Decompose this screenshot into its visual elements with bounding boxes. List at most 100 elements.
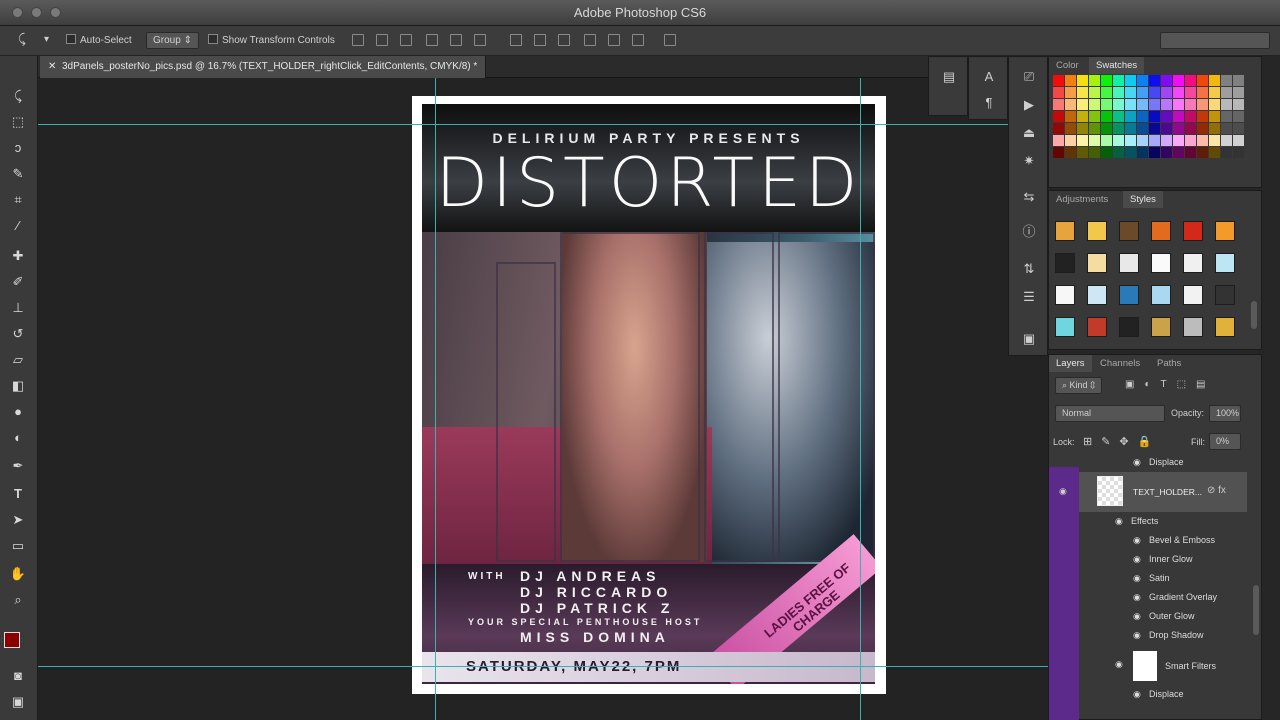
- auto-align-button[interactable]: [664, 34, 676, 46]
- foreground-color-swatch[interactable]: [4, 632, 20, 648]
- color-swatch[interactable]: [1221, 111, 1232, 122]
- style-preset[interactable]: [1215, 285, 1235, 305]
- color-swatch[interactable]: [1077, 147, 1088, 158]
- color-swatch[interactable]: [1233, 87, 1244, 98]
- color-swatch[interactable]: [1125, 147, 1136, 158]
- color-swatch[interactable]: [1101, 123, 1112, 134]
- color-swatch[interactable]: [1089, 135, 1100, 146]
- color-swatch[interactable]: [1233, 123, 1244, 134]
- color-swatch[interactable]: [1137, 147, 1148, 158]
- color-swatch[interactable]: [1125, 99, 1136, 110]
- align-bottom-button[interactable]: [400, 34, 412, 46]
- healing-brush-tool-icon[interactable]: ✚: [7, 246, 29, 266]
- lasso-tool-icon[interactable]: ↄ: [7, 138, 29, 158]
- color-swatch[interactable]: [1077, 75, 1088, 86]
- color-swatch[interactable]: [1197, 147, 1208, 158]
- color-swatch[interactable]: [1197, 99, 1208, 110]
- guide-vertical-right[interactable]: [860, 78, 861, 720]
- color-swatch[interactable]: [1101, 87, 1112, 98]
- color-swatch[interactable]: [1137, 123, 1148, 134]
- visibility-eye-icon[interactable]: ◉: [1133, 573, 1141, 584]
- smart-filters-row[interactable]: ◉ Smart Filters: [1049, 647, 1263, 685]
- color-swatch[interactable]: [1089, 123, 1100, 134]
- color-swatch[interactable]: [1149, 111, 1160, 122]
- close-document-icon[interactable]: ✕: [48, 61, 56, 72]
- color-swatch[interactable]: [1209, 123, 1220, 134]
- tab-layers[interactable]: Layers: [1049, 355, 1092, 372]
- color-swatch[interactable]: [1137, 75, 1148, 86]
- align-vcenter-button[interactable]: [376, 34, 388, 46]
- opacity-input[interactable]: 100%: [1209, 405, 1241, 422]
- dodge-tool-icon[interactable]: ◐: [7, 428, 29, 448]
- align-right-button[interactable]: [474, 34, 486, 46]
- style-preset[interactable]: [1087, 285, 1107, 305]
- visibility-eye-icon[interactable]: ◉: [1115, 516, 1123, 527]
- guide-horizontal-top[interactable]: [38, 124, 1048, 125]
- poster-document[interactable]: DELIRIUM PARTY PRESENTS DISTORTED WITH D…: [412, 96, 886, 694]
- color-swatch[interactable]: [1209, 111, 1220, 122]
- color-swatch[interactable]: [1149, 99, 1160, 110]
- style-preset[interactable]: [1119, 285, 1139, 305]
- visibility-eye-icon[interactable]: ◉: [1133, 689, 1141, 700]
- color-swatch[interactable]: [1233, 111, 1244, 122]
- color-swatch[interactable]: [1077, 111, 1088, 122]
- visibility-eye-icon[interactable]: ◉: [1115, 659, 1123, 670]
- tab-styles[interactable]: Styles: [1123, 191, 1163, 208]
- effect-row[interactable]: ◉ Satin: [1049, 569, 1263, 588]
- style-preset[interactable]: [1183, 253, 1203, 273]
- color-swatch[interactable]: [1161, 147, 1172, 158]
- color-swatch[interactable]: [1185, 147, 1196, 158]
- style-preset[interactable]: [1055, 253, 1075, 273]
- color-swatch[interactable]: [1065, 111, 1076, 122]
- transform-controls-checkbox[interactable]: Show Transform Controls: [208, 34, 335, 46]
- color-swatch[interactable]: [1113, 123, 1124, 134]
- info-panel-icon[interactable]: ⓘ: [1019, 221, 1039, 239]
- color-swatch[interactable]: [1125, 135, 1136, 146]
- quick-mask-icon[interactable]: ◙: [7, 666, 29, 686]
- style-preset[interactable]: [1087, 317, 1107, 337]
- color-swatch[interactable]: [1125, 123, 1136, 134]
- distribute-bottom-button[interactable]: [558, 34, 570, 46]
- color-swatch[interactable]: [1089, 99, 1100, 110]
- color-swatch[interactable]: [1065, 99, 1076, 110]
- color-swatch[interactable]: [1065, 75, 1076, 86]
- guide-horizontal-bottom[interactable]: [38, 666, 1048, 667]
- paragraph-panel-icon[interactable]: ¶: [979, 95, 999, 113]
- color-swatch[interactable]: [1053, 87, 1064, 98]
- visibility-eye-icon[interactable]: ◉: [1133, 611, 1141, 622]
- actions-panel-icon[interactable]: ▶: [1019, 97, 1039, 115]
- color-swatch[interactable]: [1173, 75, 1184, 86]
- hand-tool-icon[interactable]: ✋: [7, 564, 29, 584]
- color-swatch[interactable]: [1149, 123, 1160, 134]
- layer-row-displace-bottom[interactable]: ◉ Displace: [1049, 685, 1263, 704]
- color-swatch[interactable]: [1233, 135, 1244, 146]
- color-swatch[interactable]: [1101, 147, 1112, 158]
- marquee-tool-icon[interactable]: ⬚: [7, 112, 29, 132]
- color-swatch[interactable]: [1173, 99, 1184, 110]
- style-preset[interactable]: [1119, 317, 1139, 337]
- color-swatch[interactable]: [1149, 147, 1160, 158]
- color-swatch[interactable]: [1113, 99, 1124, 110]
- color-swatch[interactable]: [1185, 111, 1196, 122]
- color-swatch[interactable]: [1149, 75, 1160, 86]
- distribute-vcenter-button[interactable]: [534, 34, 546, 46]
- style-preset[interactable]: [1119, 221, 1139, 241]
- color-swatch[interactable]: [1173, 123, 1184, 134]
- style-preset[interactable]: [1151, 317, 1171, 337]
- layers-scrollbar[interactable]: [1253, 585, 1259, 635]
- color-swatch[interactable]: [1221, 87, 1232, 98]
- color-swatch[interactable]: [1185, 135, 1196, 146]
- brush-tool-icon[interactable]: ✐: [7, 272, 29, 292]
- effects-row[interactable]: ◉ Effects: [1049, 512, 1263, 531]
- effect-row[interactable]: ◉ Drop Shadow: [1049, 626, 1263, 645]
- tab-channels[interactable]: Channels: [1093, 355, 1147, 372]
- clone-source-icon[interactable]: ⏏: [1019, 125, 1039, 143]
- color-swatch[interactable]: [1209, 75, 1220, 86]
- align-left-button[interactable]: [426, 34, 438, 46]
- color-swatch[interactable]: [1161, 123, 1172, 134]
- eyedropper-tool-icon[interactable]: ⁄: [7, 216, 29, 236]
- layer-comps-icon[interactable]: ⇆: [1019, 189, 1039, 207]
- color-swatch[interactable]: [1197, 123, 1208, 134]
- effect-row[interactable]: ◉ Inner Glow: [1049, 550, 1263, 569]
- color-swatch[interactable]: [1065, 123, 1076, 134]
